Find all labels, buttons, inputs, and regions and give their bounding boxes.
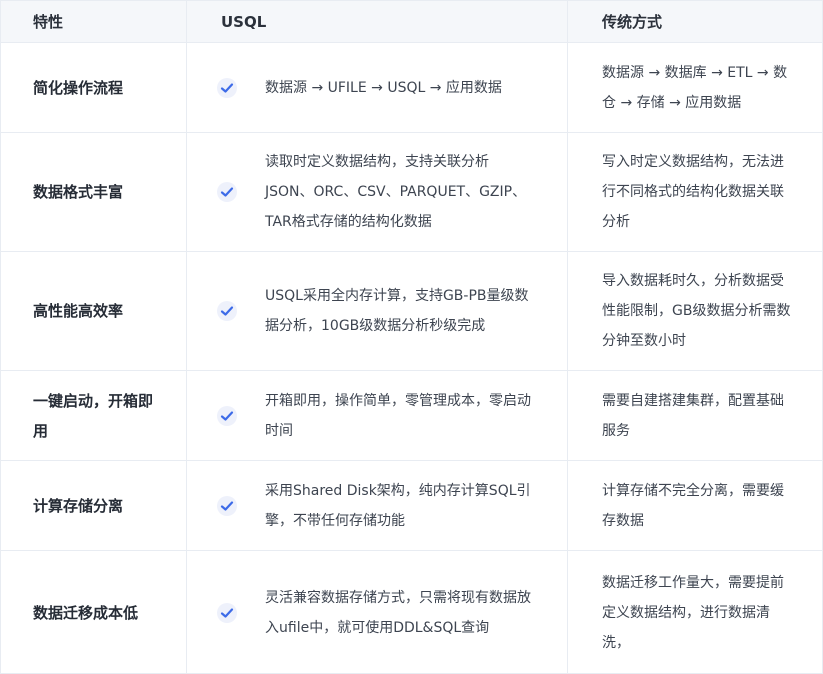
traditional-cell: 数据迁移工作量大，需要提前定义数据结构，进行数据清洗， — [567, 551, 822, 674]
table-row: 一键启动，开箱即用 开箱即用，操作简单，零管理成本，零启动时间 需要自建搭建集群… — [1, 370, 822, 460]
checkmark-icon — [217, 405, 237, 426]
checkmark-icon — [217, 602, 237, 623]
traditional-cell: 需要自建搭建集群，配置基础服务 — [567, 371, 822, 460]
header-usql: USQL — [186, 1, 567, 42]
table-row: 简化操作流程 数据源 → UFILE → USQL → 应用数据 数据源 → 数… — [1, 42, 822, 132]
usql-cell: 读取时定义数据结构，支持关联分析JSON、ORC、CSV、PARQUET、GZI… — [186, 133, 567, 251]
table-row: 数据格式丰富 读取时定义数据结构，支持关联分析JSON、ORC、CSV、PARQ… — [1, 132, 822, 251]
traditional-cell: 写入时定义数据结构，无法进行不同格式的结构化数据关联分析 — [567, 133, 822, 251]
usql-description: 采用Shared Disk架构，纯内存计算SQL引擎，不带任何存储功能 — [265, 482, 531, 529]
usql-cell: 采用Shared Disk架构，纯内存计算SQL引擎，不带任何存储功能 — [186, 461, 567, 550]
usql-description: 开箱即用，操作简单，零管理成本，零启动时间 — [265, 392, 531, 439]
usql-description: 灵活兼容数据存储方式，只需将现有数据放入ufile中，就可使用DDL&SQL查询 — [265, 589, 531, 636]
comparison-table: 特性 USQL 传统方式 简化操作流程 数据源 → UFILE → USQL →… — [0, 0, 823, 674]
traditional-description: 计算存储不完全分离，需要缓存数据 — [602, 482, 784, 529]
feature-label: 计算存储分离 — [33, 496, 124, 515]
usql-cell: 数据源 → UFILE → USQL → 应用数据 — [186, 43, 567, 132]
feature-label: 高性能高效率 — [33, 302, 124, 320]
feature-label: 一键启动，开箱即用 — [33, 391, 154, 440]
checkmark-icon — [217, 495, 237, 516]
usql-cell: 开箱即用，操作简单，零管理成本，零启动时间 — [186, 371, 567, 460]
table-row: 数据迁移成本低 灵活兼容数据存储方式，只需将现有数据放入ufile中，就可使用D… — [1, 550, 822, 674]
table-row: 计算存储分离 采用Shared Disk架构，纯内存计算SQL引擎，不带任何存储… — [1, 460, 822, 550]
table-header-row: 特性 USQL 传统方式 — [1, 0, 822, 42]
table-row: 高性能高效率 USQL采用全内存计算，支持GB-PB量级数据分析，10GB级数据… — [1, 251, 822, 370]
usql-cell: 灵活兼容数据存储方式，只需将现有数据放入ufile中，就可使用DDL&SQL查询 — [186, 551, 567, 674]
header-feature: 特性 — [33, 13, 64, 31]
usql-description: 读取时定义数据结构，支持关联分析JSON、ORC、CSV、PARQUET、GZI… — [265, 154, 527, 230]
traditional-cell: 导入数据耗时久，分析数据受性能限制，GB级数据分析需数分钟至数小时 — [567, 252, 822, 370]
traditional-description: 写入时定义数据结构，无法进行不同格式的结构化数据关联分析 — [602, 154, 784, 230]
feature-cell: 简化操作流程 — [1, 43, 186, 132]
usql-description: USQL采用全内存计算，支持GB-PB量级数据分析，10GB级数据分析秒级完成 — [265, 288, 529, 334]
checkmark-icon — [217, 182, 237, 202]
usql-description: 数据源 → UFILE → USQL → 应用数据 — [265, 79, 502, 96]
feature-cell: 数据格式丰富 — [1, 133, 186, 251]
header-traditional: 传统方式 — [567, 1, 822, 42]
traditional-description: 导入数据耗时久，分析数据受性能限制，GB级数据分析需数分钟至数小时 — [602, 273, 791, 349]
feature-cell: 一键启动，开箱即用 — [1, 371, 186, 460]
feature-cell: 计算存储分离 — [1, 461, 186, 550]
traditional-cell: 计算存储不完全分离，需要缓存数据 — [567, 461, 822, 550]
traditional-cell: 数据源 → 数据库 → ETL → 数仓 → 存储 → 应用数据 — [567, 43, 822, 132]
traditional-description: 数据迁移工作量大，需要提前定义数据结构，进行数据清洗， — [602, 574, 784, 651]
checkmark-icon — [217, 77, 237, 98]
traditional-description: 需要自建搭建集群，配置基础服务 — [602, 392, 784, 439]
checkmark-icon — [217, 301, 237, 321]
feature-label: 简化操作流程 — [33, 78, 124, 97]
feature-label: 数据格式丰富 — [33, 183, 124, 201]
feature-cell: 数据迁移成本低 — [1, 551, 186, 674]
feature-cell: 高性能高效率 — [1, 252, 186, 370]
traditional-description: 数据源 → 数据库 → ETL → 数仓 → 存储 → 应用数据 — [602, 64, 788, 111]
usql-cell: USQL采用全内存计算，支持GB-PB量级数据分析，10GB级数据分析秒级完成 — [186, 252, 567, 370]
feature-label: 数据迁移成本低 — [33, 603, 139, 622]
